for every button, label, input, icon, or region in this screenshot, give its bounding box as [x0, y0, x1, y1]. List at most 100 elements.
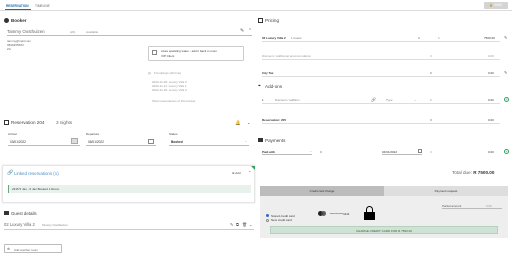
edit-icon[interactable]: ✎ — [230, 222, 233, 227]
status-value: Booked — [171, 140, 183, 144]
payment-method-value: Paid with — [262, 149, 276, 154]
addon-name-input[interactable]: Discount / addition — [275, 98, 300, 102]
reservation-nights: 3 nights — [56, 120, 73, 125]
copy-icon[interactable]: ⧉ — [236, 222, 239, 227]
chevron-down-icon[interactable]: ⌄ — [247, 120, 250, 125]
chevron-up-icon[interactable]: ⌃ — [248, 28, 252, 34]
addons-title: Add-ons — [265, 83, 283, 89]
bell-icon[interactable]: 🔔 — [235, 120, 241, 126]
credit-card-icon — [258, 138, 263, 142]
tab-reservation[interactable]: RESERVATION — [6, 4, 29, 8]
departure-value: 06/01/2022 — [88, 140, 104, 144]
calendar-picker-icon[interactable] — [148, 139, 154, 144]
booker-name[interactable]: Tammy Oosthuizen — [7, 29, 45, 34]
vip-label: VIP Client — [161, 54, 175, 58]
addon-price[interactable]: 0 — [430, 98, 432, 102]
edit-icon[interactable]: ✎ — [504, 35, 507, 40]
add-addon-icon[interactable]: + — [504, 96, 509, 102]
tab-payment-request[interactable]: Payment request — [384, 186, 508, 196]
booker-name-underline — [7, 35, 252, 36]
pricing-room-price[interactable]: 7500.00 — [484, 36, 495, 40]
tab-timeline[interactable]: TIMELINE — [35, 4, 50, 8]
add-linked-button[interactable]: ⊕ Add — [232, 171, 241, 175]
citytax-qty[interactable]: 0 — [430, 71, 432, 75]
booker-availability-badge: Available — [86, 29, 99, 34]
arrival-label: Arrival — [8, 132, 17, 136]
payments-section: Payments Paid with ⌄ 0 04/01/2022 0 0.00… — [258, 136, 510, 184]
payment-method-select[interactable]: Paid with ⌄ — [262, 148, 312, 155]
pricing-room-qty[interactable]: 3 — [418, 36, 420, 40]
multiply-icon: × — [438, 36, 440, 40]
addon-qty[interactable]: 1 — [262, 98, 264, 102]
reservation-row-total: 0.00 — [488, 118, 494, 122]
calendar-icon: ▤ — [148, 71, 151, 75]
chevron-down-icon: ⌄ — [309, 148, 312, 153]
calendar-picker-icon[interactable] — [71, 138, 78, 144]
booker-stats-badge: (24) — [70, 29, 76, 34]
tab-credit-card-charge-label: Credit card charge — [309, 189, 335, 193]
addon-underline — [262, 103, 500, 104]
vip-checkbox[interactable] — [152, 50, 157, 55]
calendar-picker-icon[interactable] — [418, 148, 422, 153]
link-icon[interactable]: 🔗 — [371, 97, 376, 102]
tab-reservation-underline — [5, 9, 31, 10]
booker-section: Booker Tammy Oosthuizen (24) Available ✎… — [4, 17, 256, 131]
stored-card-radio[interactable] — [266, 214, 269, 217]
citytax-price[interactable]: 0.00 — [488, 71, 494, 75]
addon-total: 0.00 — [488, 98, 494, 102]
chevron-down-icon[interactable]: ⌄ — [249, 222, 252, 227]
show-reservations-link[interactable]: Show reservations of this booker — [152, 99, 196, 103]
discount-input[interactable]: Discount / additional accommodation — [262, 54, 311, 58]
reservation-row-underline — [262, 123, 500, 124]
masked-card-number: ************4444 — [330, 212, 350, 216]
total-due-label: Total due: — [452, 170, 472, 175]
discount-qty[interactable]: 0 — [430, 54, 432, 58]
guest-room[interactable]: 02 Luxury Villa 2 — [4, 222, 35, 227]
receipt-icon — [258, 18, 263, 23]
new-card-radio[interactable] — [266, 218, 269, 222]
payment-amount-input[interactable]: 0 — [320, 150, 322, 154]
edit-icon[interactable]: ✎ — [240, 28, 244, 34]
payment-total: 0.00 — [488, 150, 494, 154]
charge-card-button[interactable]: CHARGE CREDIT CARD FOR R 7500.00 — [270, 226, 498, 234]
payment-date-input[interactable]: 04/01/2022 — [382, 148, 422, 155]
chevron-down-icon: ⌄ — [244, 139, 247, 143]
plus-icon: ⊕ — [7, 247, 11, 251]
card-charge-panel: Credit card charge Payment request Parti… — [260, 186, 508, 238]
departure-label: Departure — [86, 132, 100, 136]
payment-date-value: 04/01/2022 — [382, 149, 398, 154]
add-payment-icon[interactable]: + — [504, 148, 509, 154]
discount-price[interactable]: 0.00 — [488, 54, 494, 58]
linked-reservation-text: 2315 5 Jan - 6 Jan Booked 1 Room — [12, 187, 60, 191]
save-label: SAVE — [494, 3, 503, 7]
booker-note-box[interactable]: Likes sparkling water - add it back in r… — [148, 46, 244, 61]
tag-icon: ⌖ — [258, 83, 261, 89]
status-select[interactable]: Booked ⌄ — [169, 138, 249, 146]
stored-card-label: Stored credit card — [271, 213, 295, 218]
addon-type-select[interactable]: Type — [386, 98, 393, 102]
citytax-label: City Tax — [262, 71, 274, 75]
guest-details-section: Guest details 02 Luxury Villa 2 Tammy Oo… — [4, 210, 256, 240]
booker-country: ZA — [7, 47, 11, 51]
arrival-field[interactable]: 03/01/2022 — [8, 138, 80, 146]
edit-icon[interactable]: ✎ — [504, 70, 507, 75]
mastercard-icon — [318, 211, 326, 216]
add-another-room-button[interactable]: ⊕ Add another room — [4, 244, 62, 253]
pricing-row-underline — [262, 41, 500, 42]
discount-underline — [262, 59, 500, 60]
partial-amount-underline — [442, 208, 502, 209]
new-card-label: New credit card — [271, 218, 292, 222]
chevron-up-icon[interactable]: ⌃ — [248, 170, 251, 175]
pricing-title: Pricing — [265, 18, 280, 23]
delete-icon[interactable]: 🗑 — [242, 222, 247, 227]
save-button[interactable]: 🔒 SAVE — [484, 2, 508, 9]
citytax-underline — [262, 76, 500, 77]
departure-field[interactable]: 06/01/2022 — [86, 138, 156, 146]
corner-marker — [251, 166, 255, 170]
booking-history-item: 2023-11-20: Luxury Villa 2 — [152, 88, 187, 92]
total-due-value: R 7500.00 — [473, 170, 495, 175]
tab-credit-card-charge[interactable]: Credit card charge — [260, 186, 384, 196]
linked-reservation-item[interactable]: 2315 5 Jan - 6 Jan Booked 1 Room — [8, 185, 251, 193]
linked-title: Linked reservations (1) — [14, 170, 59, 176]
top-bar: RESERVATION TIMELINE 🔒 SAVE — [0, 0, 512, 11]
